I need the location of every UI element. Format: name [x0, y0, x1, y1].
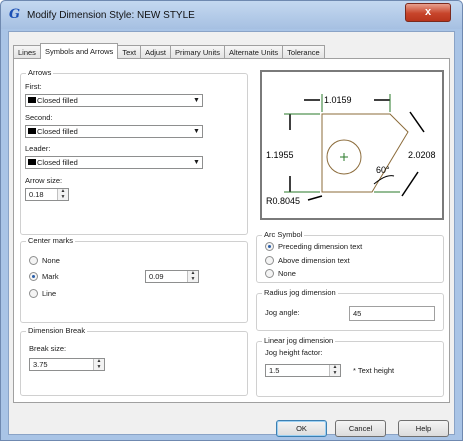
- arrow-size-label: Arrow size:: [25, 176, 63, 185]
- spin-down-icon[interactable]: ▼: [188, 276, 198, 283]
- radio-selected-icon: [265, 242, 274, 251]
- linear-jog-group: Linear jog dimension Jog height factor: …: [256, 336, 444, 397]
- arrowhead-icon: [28, 159, 36, 166]
- jog-height-value: 1.5: [269, 366, 280, 375]
- dim-text-right: 2.0208: [408, 150, 436, 160]
- radio-icon: [29, 256, 38, 265]
- tab-symbols-and-arrows[interactable]: Symbols and Arrows: [39, 43, 119, 59]
- preview-drawing: 1.0159 1.1955 2.0208 60° R0.8045: [266, 94, 436, 206]
- arc-symbol-title: Arc Symbol: [262, 230, 305, 239]
- arc-above-label: Above dimension text: [278, 256, 350, 265]
- radius-leader: [307, 195, 323, 201]
- help-button[interactable]: Help: [398, 420, 449, 437]
- dim-text-top: 1.0159: [324, 95, 352, 105]
- spinner-buttons[interactable]: ▲ ▼: [93, 359, 104, 370]
- arrowhead-icon: [28, 128, 36, 135]
- break-size-value: 3.75: [33, 360, 48, 369]
- dimension-break-group: Dimension Break Break size: 3.75 ▲ ▼: [20, 326, 248, 396]
- jog-angle-input[interactable]: 45: [349, 306, 435, 321]
- center-marks-group: Center marks None Mark Line 0.09 ▲ ▼: [20, 236, 248, 323]
- tab-primary-units[interactable]: Primary Units: [169, 45, 225, 59]
- tab-strip: Lines Symbols and Arrows Text Adjust Pri…: [13, 43, 325, 59]
- first-label: First:: [25, 82, 42, 91]
- radius-jog-group: Radius jog dimension Jog angle: 45: [256, 288, 444, 331]
- spin-down-icon[interactable]: ▼: [94, 364, 104, 371]
- dim-text-left: 1.1955: [266, 150, 294, 160]
- arc-preceding-label: Preceding dimension text: [278, 242, 363, 251]
- dim-text-angle: 60°: [376, 165, 390, 175]
- text-height-suffix: * Text height: [353, 366, 395, 375]
- center-mark-size-spinner[interactable]: 0.09 ▲ ▼: [145, 270, 199, 283]
- center-mark-none-radio[interactable]: None: [29, 256, 60, 265]
- cancel-button[interactable]: Cancel: [335, 420, 386, 437]
- center-mark-size-value: 0.09: [149, 272, 164, 281]
- part-outline: [321, 113, 409, 193]
- jog-angle-value: 45: [353, 309, 362, 318]
- center-mark-mark-radio[interactable]: Mark: [29, 272, 59, 281]
- spin-down-icon[interactable]: ▼: [330, 370, 340, 377]
- dim-line-right-top: [409, 111, 425, 133]
- jog-height-spinner[interactable]: 1.5 ▲ ▼: [265, 364, 341, 377]
- chevron-down-icon: ▼: [193, 159, 200, 166]
- arc-preceding-radio[interactable]: Preceding dimension text: [265, 242, 362, 251]
- arrows-group: Arrows First: Closed filled ▼ Second: Cl…: [20, 68, 248, 235]
- break-size-label: Break size:: [29, 344, 67, 353]
- leader-arrow-select[interactable]: Closed filled ▼: [25, 156, 203, 169]
- center-mark-none-label: None: [42, 256, 60, 265]
- dialog-client: Lines Symbols and Arrows Text Adjust Pri…: [8, 31, 455, 437]
- tab-text[interactable]: Text: [117, 45, 142, 59]
- arc-none-radio[interactable]: None: [265, 269, 296, 278]
- spinner-buttons[interactable]: ▲ ▼: [57, 189, 68, 200]
- radio-selected-icon: [29, 272, 38, 281]
- arrow-size-spinner[interactable]: 0.18 ▲ ▼: [25, 188, 69, 201]
- tab-lines[interactable]: Lines: [13, 45, 41, 59]
- center-marks-title: Center marks: [26, 236, 76, 245]
- dim-line-right-bottom: [401, 171, 419, 197]
- dimension-break-title: Dimension Break: [26, 326, 88, 335]
- center-mark-line-radio[interactable]: Line: [29, 289, 56, 298]
- radio-icon: [265, 269, 274, 278]
- center-mark-mark-label: Mark: [42, 272, 59, 281]
- ok-button[interactable]: OK: [276, 420, 327, 437]
- radius-jog-title: Radius jog dimension: [262, 288, 338, 297]
- chevron-down-icon: ▼: [193, 97, 200, 104]
- tab-alternate-units[interactable]: Alternate Units: [223, 45, 284, 59]
- center-mark-line-label: Line: [42, 289, 57, 298]
- second-arrow-value: Closed filled: [37, 127, 78, 136]
- window-title: Modify Dimension Style: NEW STYLE: [27, 10, 195, 21]
- spinner-buttons[interactable]: ▲ ▼: [329, 365, 340, 376]
- spin-down-icon[interactable]: ▼: [58, 194, 68, 201]
- jog-height-label: Jog height factor:: [265, 348, 323, 357]
- dim-text-radius: R0.8045: [266, 196, 300, 206]
- close-button[interactable]: x: [405, 3, 451, 22]
- dimension-preview: 1.0159 1.1955 2.0208 60° R0.8045: [260, 70, 444, 220]
- break-size-spinner[interactable]: 3.75 ▲ ▼: [29, 358, 105, 371]
- linear-jog-title: Linear jog dimension: [262, 336, 336, 345]
- jog-angle-label: Jog angle:: [265, 308, 300, 317]
- arrow-size-value: 0.18: [29, 190, 44, 199]
- first-arrow-select[interactable]: Closed filled ▼: [25, 94, 203, 107]
- leader-label: Leader:: [25, 144, 51, 153]
- tab-tolerance[interactable]: Tolerance: [282, 45, 325, 59]
- radio-icon: [265, 256, 274, 265]
- arrows-group-title: Arrows: [26, 68, 54, 77]
- title-bar[interactable]: G Modify Dimension Style: NEW STYLE x: [1, 1, 462, 29]
- spinner-buttons[interactable]: ▲ ▼: [187, 271, 198, 282]
- arc-symbol-group: Arc Symbol Preceding dimension text Abov…: [256, 230, 444, 283]
- arrowhead-icon: [28, 97, 36, 104]
- close-icon: x: [424, 6, 432, 18]
- dialog-window: G Modify Dimension Style: NEW STYLE x Li…: [0, 0, 463, 441]
- radio-icon: [29, 289, 38, 298]
- arc-above-radio[interactable]: Above dimension text: [265, 256, 350, 265]
- app-icon: G: [9, 7, 21, 22]
- second-label: Second:: [25, 113, 53, 122]
- arc-none-label: None: [278, 269, 296, 278]
- tab-adjust[interactable]: Adjust: [140, 45, 171, 59]
- first-arrow-value: Closed filled: [37, 96, 78, 105]
- chevron-down-icon: ▼: [193, 128, 200, 135]
- leader-arrow-value: Closed filled: [37, 158, 78, 167]
- tab-page: Arrows First: Closed filled ▼ Second: Cl…: [13, 58, 450, 403]
- second-arrow-select[interactable]: Closed filled ▼: [25, 125, 203, 138]
